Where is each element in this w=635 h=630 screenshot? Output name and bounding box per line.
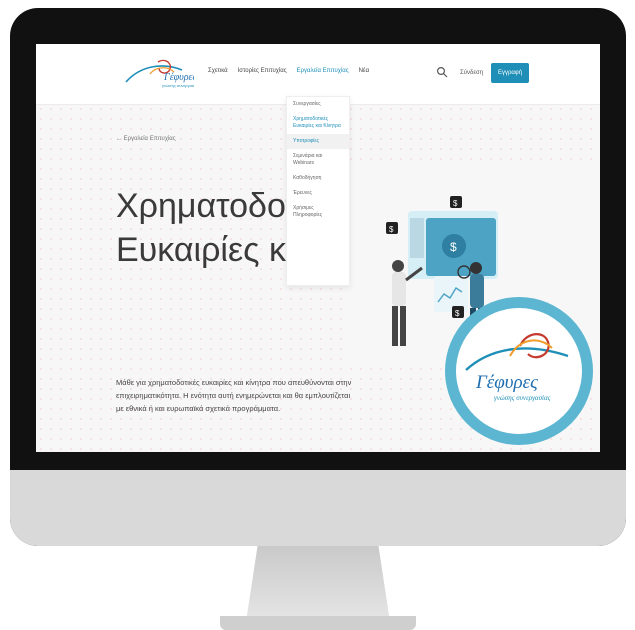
- nav-about[interactable]: Σχετικά: [208, 68, 228, 74]
- monitor-chin: [10, 470, 626, 546]
- page-description: Μάθε για χρηματοδοτικές ευκαιρίες και κί…: [116, 378, 352, 413]
- login-link[interactable]: Σύνδεση: [460, 70, 483, 76]
- dropdown-item-research[interactable]: Έρευνες: [287, 186, 349, 201]
- dropdown-item-seminars[interactable]: Σεμινάρια και Webinars: [287, 149, 349, 171]
- svg-text:$: $: [453, 199, 458, 208]
- nav-news[interactable]: Νέα: [359, 68, 369, 74]
- dropdown-item-scholarships[interactable]: Υποτροφίες: [287, 134, 349, 149]
- main-nav: Σχετικά Ιστορίες Επιτυχίας Εργαλεία Επιτ…: [208, 68, 369, 74]
- svg-text:$: $: [389, 225, 394, 234]
- monitor-base: [220, 616, 416, 630]
- nav-success-stories[interactable]: Ιστορίες Επιτυχίας: [238, 68, 287, 74]
- register-button[interactable]: Εγγραφή: [491, 63, 529, 83]
- brand-badge-logo: Γέφυρες γνώσης συνεργασίας: [465, 333, 569, 402]
- dropdown-item-useful-info[interactable]: Χρήσιμες Πληροφορίες: [287, 201, 349, 223]
- dropdown-item-guidance[interactable]: Καθοδήγηση: [287, 171, 349, 186]
- success-tools-dropdown: Συνεργασίες Χρηματοδοτικές Ευκαιρίες και…: [286, 96, 350, 286]
- search-icon[interactable]: [436, 66, 448, 78]
- nav-success-tools[interactable]: Εργαλεία Επιτυχίας: [297, 68, 349, 74]
- svg-text:γνώσης συνεργασίας: γνώσης συνεργασίας: [162, 83, 194, 88]
- monitor-stand: [246, 546, 390, 622]
- svg-text:$: $: [450, 240, 457, 254]
- dropdown-item-collaborations[interactable]: Συνεργασίες: [287, 97, 349, 112]
- dropdown-item-funding[interactable]: Χρηματοδοτικές Ευκαιρίες και Κίνητρα: [287, 112, 349, 134]
- svg-text:γνώσης συνεργασίας: γνώσης συνεργασίας: [494, 394, 551, 402]
- site-logo[interactable]: Γέφυρες γνώσης συνεργασίας: [122, 58, 194, 90]
- breadcrumb-back[interactable]: ← Εργαλεία Επιτυχίας: [116, 136, 176, 142]
- svg-text:Γέφυρες: Γέφυρες: [163, 72, 194, 83]
- svg-text:Γέφυρες: Γέφυρες: [475, 372, 538, 393]
